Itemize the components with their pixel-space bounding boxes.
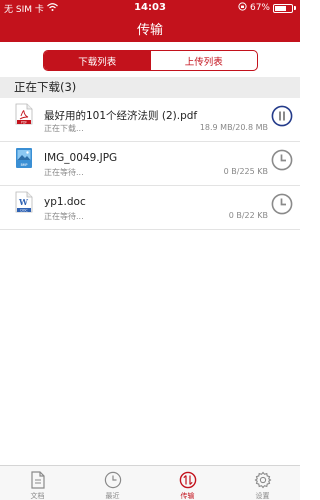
tab-settings[interactable]: 设置	[225, 466, 300, 500]
doc-file-icon: W DOC	[15, 191, 33, 213]
clock-icon	[104, 471, 121, 489]
file-status: 正在等待...	[44, 212, 84, 221]
bottom-tab-bar: 文档 最近 传输 设置	[0, 465, 300, 500]
tab-download-list[interactable]: 下载列表	[44, 51, 151, 70]
battery-tip	[294, 6, 296, 10]
file-size-progress: 0 B/22 KB	[228, 211, 268, 220]
orientation-lock-icon	[238, 2, 247, 14]
waiting-button[interactable]	[271, 193, 293, 215]
file-status: 正在下载...	[44, 124, 84, 133]
status-bar: 无 SIM 卡 14:03 67%	[0, 0, 300, 16]
section-header-downloading: 正在下载(3)	[0, 77, 300, 98]
transfer-icon	[179, 471, 196, 489]
file-name: yp1.doc	[44, 196, 86, 208]
tab-label: 传输	[180, 492, 195, 500]
tab-transfer[interactable]: 传输	[150, 466, 225, 500]
pdf-type-label: PDF	[21, 120, 27, 124]
pause-button[interactable]	[271, 105, 293, 127]
tab-upload-list[interactable]: 上传列表	[151, 51, 258, 70]
app-header: 无 SIM 卡 14:03 67% 传输	[0, 0, 300, 42]
pdf-file-icon: PDF	[15, 103, 33, 125]
download-item[interactable]: BMP IMG_0049.JPG 正在等待... 0 B/225 KB	[0, 142, 300, 186]
document-icon	[30, 471, 45, 489]
file-size-progress: 0 B/225 KB	[223, 167, 268, 176]
file-name: IMG_0049.JPG	[44, 152, 118, 164]
download-item[interactable]: PDF 最好用的101个经济法则 (2).pdf 正在下载... 18.9 MB…	[0, 98, 300, 142]
tab-documents[interactable]: 文档	[0, 466, 75, 500]
file-status: 正在等待...	[44, 168, 84, 177]
tab-label: 文档	[30, 492, 45, 500]
doc-type-label: DOC	[20, 208, 28, 212]
battery-icon	[273, 3, 293, 13]
tab-label: 最近	[105, 492, 120, 500]
image-type-label: BMP	[21, 163, 28, 167]
pause-icon	[271, 105, 293, 127]
gear-icon	[254, 471, 271, 489]
clock-icon	[271, 193, 293, 215]
file-size-progress: 18.9 MB/20.8 MB	[199, 123, 268, 132]
tab-label: 设置	[255, 492, 270, 500]
page-title: 传输	[136, 23, 163, 38]
tab-recent[interactable]: 最近	[75, 466, 150, 500]
clock-icon	[271, 149, 293, 171]
image-file-icon: BMP	[15, 147, 33, 169]
file-name: 最好用的101个经济法则 (2).pdf	[44, 110, 198, 122]
download-item[interactable]: W DOC yp1.doc 正在等待... 0 B/22 KB	[0, 186, 300, 230]
list-segmented-control: 下载列表 上传列表	[43, 50, 258, 71]
svg-text:W: W	[18, 197, 29, 207]
battery-level-fill	[275, 5, 286, 11]
battery-percent: 67%	[249, 3, 270, 13]
waiting-button[interactable]	[271, 149, 293, 171]
